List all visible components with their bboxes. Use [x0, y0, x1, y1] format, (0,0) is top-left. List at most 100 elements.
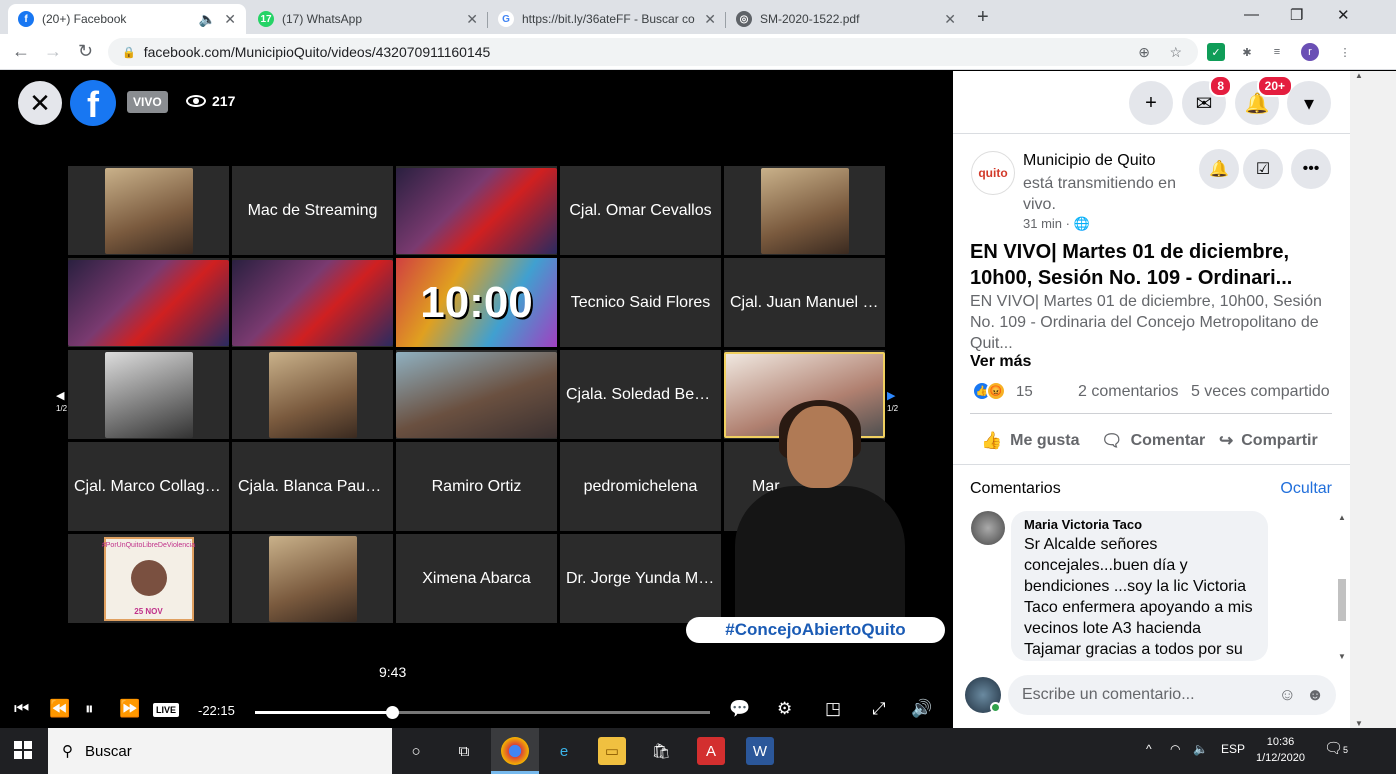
fullscreen-icon[interactable]: ⤢ — [872, 699, 886, 719]
countdown-timer: 10:00 — [396, 258, 557, 347]
extension-check-icon[interactable]: ✓ — [1207, 43, 1225, 61]
comments-scrollbar[interactable]: ▲ ▼ — [1336, 513, 1348, 661]
network-icon[interactable]: ◠ — [1170, 742, 1180, 756]
fast-forward-icon[interactable]: ⏩ — [119, 699, 140, 719]
follow-bell-icon[interactable]: 🔔 — [1199, 149, 1239, 189]
language-indicator[interactable]: ESP — [1221, 742, 1245, 756]
captions-icon[interactable]: 💬 — [729, 699, 750, 719]
participant-tile — [396, 350, 557, 439]
pause-icon[interactable]: ⏸ — [85, 699, 94, 719]
see-more-link[interactable]: Ver más — [970, 353, 1031, 371]
action-center-icon[interactable]: 🗨5 — [1324, 739, 1348, 757]
window-close-button[interactable]: ✕ — [1337, 6, 1350, 24]
commenter-avatar[interactable] — [971, 511, 1005, 545]
page-status: está transmitiendo en vivo. — [1023, 175, 1176, 213]
cortana-icon[interactable]: ○ — [402, 737, 430, 765]
page-avatar[interactable]: quito — [971, 151, 1015, 195]
prev-page-icon[interactable]: ◀ 1/2 — [56, 389, 67, 414]
reload-icon[interactable]: ↻ — [78, 41, 93, 62]
participant-video — [396, 167, 557, 254]
tab-title: SM-2020-1522.pdf — [760, 12, 860, 26]
store-icon[interactable]: 🛍 — [647, 737, 675, 765]
settings-gear-icon[interactable]: ⚙ — [777, 699, 792, 719]
notifications-bell-icon[interactable]: 🔔 20+ — [1235, 75, 1293, 125]
whatsapp-icon: 17 — [258, 11, 274, 27]
profile-avatar[interactable]: r — [1301, 43, 1319, 61]
taskbar-search[interactable]: ⚲ Buscar — [48, 728, 392, 774]
participant-tile: Ramiro Ortiz — [396, 442, 557, 531]
comment-author[interactable]: Maria Victoria Taco — [1024, 517, 1255, 532]
browser-tab-bar: f (20+) Facebook 🔈 ✕ 17 (17) WhatsApp ✕ … — [0, 0, 1396, 34]
close-video-button[interactable]: ✕ — [18, 81, 62, 125]
file-explorer-icon[interactable]: ▭ — [598, 737, 626, 765]
page-scrollbar[interactable]: ▲ ▼ — [1350, 71, 1396, 728]
shares-count[interactable]: 5 veces compartido — [1191, 383, 1330, 400]
tab-whatsapp[interactable]: 17 (17) WhatsApp ✕ — [248, 4, 488, 34]
comments-count[interactable]: 2 comentarios — [1078, 383, 1179, 400]
maximize-button[interactable]: ❐ — [1290, 6, 1303, 24]
participant-tile — [68, 258, 229, 347]
video-player[interactable]: ✕ f VIVO 217 Mac de Streaming Cjal. Omar … — [0, 71, 953, 728]
messenger-badge: 8 — [1209, 75, 1232, 97]
volume-icon[interactable]: 🔊 — [911, 699, 932, 719]
acrobat-icon[interactable]: A — [697, 737, 725, 765]
participant-tile: Cjal. Marco Collagu... — [68, 442, 229, 531]
participant-tile — [68, 166, 229, 255]
share-button[interactable]: ↪ Compartir — [1219, 431, 1318, 451]
tab-google-search[interactable]: G https://bit.ly/36ateFF - Buscar co ✕ — [488, 4, 726, 34]
sticker-icon[interactable]: ☻ — [1306, 685, 1324, 705]
progress-bar[interactable] — [255, 706, 710, 719]
word-icon[interactable]: W — [746, 737, 774, 765]
create-plus-icon[interactable]: + — [1129, 81, 1173, 125]
close-icon[interactable]: ✕ — [466, 11, 478, 28]
menu-dots-icon[interactable]: ⋮ — [1336, 43, 1354, 61]
emoji-icon[interactable]: ☺ — [1279, 685, 1296, 705]
tray-chevron-icon[interactable]: ^ — [1146, 742, 1152, 756]
account-menu-chevron-icon[interactable]: ▾ — [1287, 81, 1331, 125]
save-icon[interactable]: ☑ — [1243, 149, 1283, 189]
volume-tray-icon[interactable]: 🔈 — [1193, 742, 1208, 756]
comments-title: Comentarios — [970, 480, 1061, 497]
close-icon[interactable]: ✕ — [224, 11, 236, 28]
lock-icon: 🔒 — [122, 46, 136, 59]
address-bar[interactable]: 🔒 facebook.com/MunicipioQuito/videos/432… — [108, 38, 1198, 66]
edge-icon[interactable]: e — [550, 737, 578, 765]
back-icon[interactable]: ← — [12, 41, 30, 62]
star-icon[interactable]: ☆ — [1169, 44, 1182, 61]
participant-tile: 10:00 — [396, 258, 557, 347]
reading-list-icon[interactable]: ≡ — [1268, 43, 1286, 61]
windows-start-icon[interactable] — [14, 741, 32, 759]
close-icon[interactable]: ✕ — [944, 11, 956, 28]
skip-start-icon[interactable]: ⏮ — [14, 699, 29, 719]
reactions-summary[interactable]: 👍 😡 15 — [972, 381, 1033, 401]
puzzle-icon[interactable]: ✱ — [1238, 43, 1256, 61]
participant-video — [760, 167, 849, 254]
tab-title: https://bit.ly/36ateFF - Buscar co — [522, 12, 695, 26]
new-tab-button[interactable]: + — [977, 6, 989, 29]
system-clock[interactable]: 10:36 1/12/2020 — [1256, 734, 1305, 766]
like-button[interactable]: 👍 Me gusta — [981, 431, 1080, 451]
more-options-icon[interactable]: ••• — [1291, 149, 1331, 189]
tab-pdf[interactable]: ◎ SM-2020-1522.pdf ✕ — [726, 4, 966, 34]
live-button[interactable]: LIVE — [153, 703, 180, 717]
rewind-icon[interactable]: ⏪ — [49, 699, 70, 719]
miniplayer-icon[interactable]: ◳ — [825, 699, 841, 719]
windows-taskbar: ⚲ Buscar ○ ⧉ e ▭ 🛍 A W ^ ◠ 🔈 ESP 10:36 1… — [0, 728, 1396, 774]
participant-name: Mac de Streaming — [247, 201, 378, 219]
speaker-icon[interactable]: 🔈 — [199, 11, 216, 28]
post-timestamp[interactable]: 31 min · 🌐 — [1023, 216, 1090, 232]
comment-button[interactable]: 🗨 Comentar — [1101, 431, 1205, 451]
forward-icon[interactable]: → — [44, 41, 62, 62]
messenger-icon[interactable]: ✉ 8 — [1182, 75, 1232, 125]
chrome-icon[interactable] — [501, 737, 529, 765]
hide-comments-link[interactable]: Ocultar — [1280, 480, 1332, 498]
tab-facebook[interactable]: f (20+) Facebook 🔈 ✕ — [8, 4, 246, 34]
minimize-button[interactable]: — — [1244, 6, 1259, 23]
progress-handle[interactable] — [385, 706, 399, 719]
facebook-logo-icon[interactable]: f — [70, 80, 116, 126]
task-view-icon[interactable]: ⧉ — [450, 737, 478, 765]
comment-input[interactable]: Escribe un comentario... ☺ ☻ — [1008, 675, 1336, 715]
zoom-icon[interactable]: ⊕ — [1138, 44, 1150, 61]
page-name[interactable]: Municipio de Quito — [1023, 152, 1156, 170]
close-icon[interactable]: ✕ — [704, 11, 716, 28]
